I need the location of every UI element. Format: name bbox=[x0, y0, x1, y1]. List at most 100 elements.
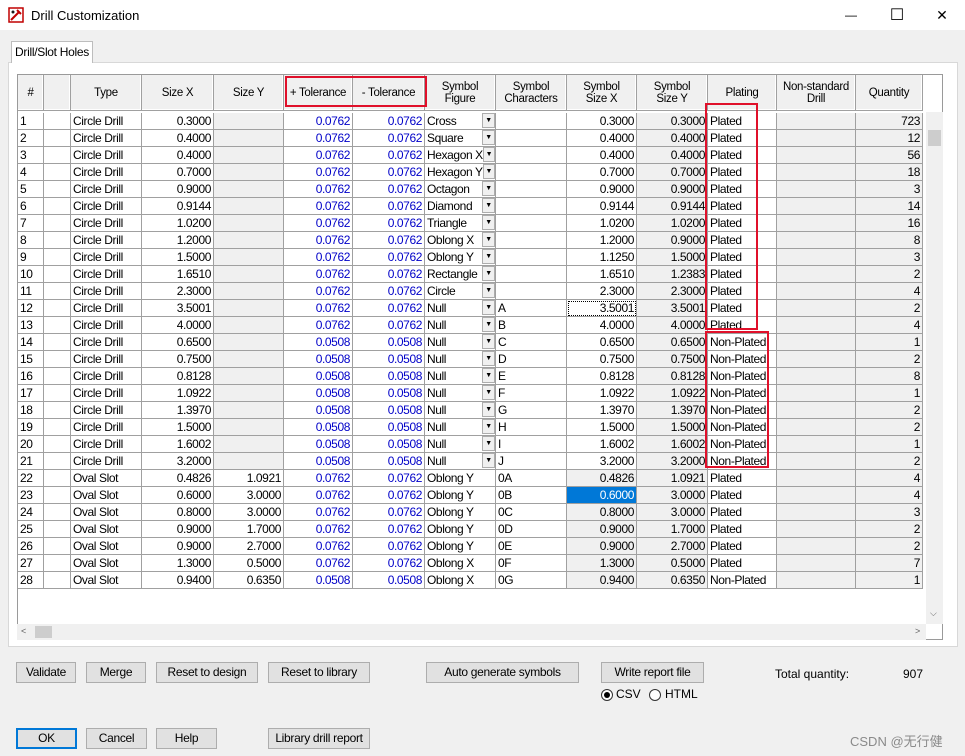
cell-nonstd[interactable] bbox=[777, 402, 856, 419]
cell-fig[interactable]: Null ▼ bbox=[425, 385, 496, 402]
cell-chars[interactable]: 0C bbox=[496, 504, 567, 521]
cell-ptol[interactable]: 0.0762 bbox=[284, 232, 353, 249]
cell-ssy[interactable]: 3.5001 bbox=[637, 300, 708, 317]
cell-sx[interactable]: 0.4826 bbox=[142, 470, 214, 487]
column-header-chars[interactable]: Symbol Characters bbox=[496, 75, 567, 111]
cell-blank[interactable] bbox=[44, 487, 71, 504]
cell-ptol[interactable]: 0.0762 bbox=[284, 487, 353, 504]
cell-nonstd[interactable] bbox=[777, 249, 856, 266]
cell-fig[interactable]: Null ▼ bbox=[425, 351, 496, 368]
cell-qty[interactable]: 1 bbox=[856, 572, 923, 589]
cell-qty[interactable]: 2 bbox=[856, 419, 923, 436]
table-row[interactable]: 27 Oval Slot 1.3000 0.5000 0.0762 0.0762 Oblon… bbox=[18, 555, 923, 572]
cell-type[interactable]: Oval Slot bbox=[71, 504, 142, 521]
cell-fig[interactable]: Oblong Y bbox=[425, 538, 496, 555]
cell-nonstd[interactable] bbox=[777, 538, 856, 555]
cell-ssy[interactable]: 3.2000 bbox=[637, 453, 708, 470]
cell-sy[interactable] bbox=[214, 368, 284, 385]
cell-nonstd[interactable] bbox=[777, 351, 856, 368]
cell-sy[interactable] bbox=[214, 147, 284, 164]
cell-nonstd[interactable] bbox=[777, 266, 856, 283]
cell-chars[interactable] bbox=[496, 249, 567, 266]
cell-blank[interactable] bbox=[44, 300, 71, 317]
cell-mtol[interactable]: 0.0762 bbox=[353, 283, 425, 300]
cell-ptol[interactable]: 0.0762 bbox=[284, 215, 353, 232]
cell-fig[interactable]: Oblong Y bbox=[425, 521, 496, 538]
cell-ptol[interactable]: 0.0762 bbox=[284, 521, 353, 538]
cell-mtol[interactable]: 0.0508 bbox=[353, 453, 425, 470]
cell-chars[interactable]: G bbox=[496, 402, 567, 419]
cell-nonstd[interactable] bbox=[777, 147, 856, 164]
cell-type[interactable]: Circle Drill bbox=[71, 368, 142, 385]
cell-sy[interactable] bbox=[214, 402, 284, 419]
cell-ptol[interactable]: 0.0762 bbox=[284, 266, 353, 283]
cell-num[interactable]: 1 bbox=[18, 113, 44, 130]
cell-nonstd[interactable] bbox=[777, 385, 856, 402]
cell-sx[interactable]: 0.4000 bbox=[142, 147, 214, 164]
cell-nonstd[interactable] bbox=[777, 215, 856, 232]
cell-num[interactable]: 23 bbox=[18, 487, 44, 504]
cell-nonstd[interactable] bbox=[777, 181, 856, 198]
table-row[interactable]: 28 Oval Slot 0.9400 0.6350 0.0508 0.0508 Oblon… bbox=[18, 572, 923, 589]
horizontal-scroll-thumb[interactable] bbox=[35, 626, 52, 638]
cell-ssy[interactable]: 0.3000 bbox=[637, 113, 708, 130]
cell-mtol[interactable]: 0.0762 bbox=[353, 113, 425, 130]
cell-qty[interactable]: 2 bbox=[856, 351, 923, 368]
chevron-down-icon[interactable]: ▼ bbox=[482, 130, 495, 145]
cell-ssx[interactable]: 1.0922 bbox=[567, 385, 637, 402]
cell-fig[interactable]: Null ▼ bbox=[425, 317, 496, 334]
cell-nonstd[interactable] bbox=[777, 283, 856, 300]
cell-qty[interactable]: 3 bbox=[856, 181, 923, 198]
table-row[interactable]: 10 Circle Drill 1.6510 0.0762 0.0762 Rectangl… bbox=[18, 266, 923, 283]
cell-ssx[interactable]: 0.9400 bbox=[567, 572, 637, 589]
cell-mtol[interactable]: 0.0508 bbox=[353, 402, 425, 419]
cell-mtol[interactable]: 0.0762 bbox=[353, 232, 425, 249]
cell-sy[interactable]: 1.0921 bbox=[214, 470, 284, 487]
table-row[interactable]: 18 Circle Drill 1.3970 0.0508 0.0508 Null ▼ G 1.… bbox=[18, 402, 923, 419]
cell-qty[interactable]: 8 bbox=[856, 232, 923, 249]
cell-fig[interactable]: Null ▼ bbox=[425, 334, 496, 351]
column-header-sy[interactable]: Size Y bbox=[214, 75, 284, 111]
cell-ssx[interactable]: 0.3000 bbox=[567, 113, 637, 130]
cell-ptol[interactable]: 0.0762 bbox=[284, 113, 353, 130]
cell-ssy[interactable]: 1.0922 bbox=[637, 385, 708, 402]
cell-chars[interactable]: J bbox=[496, 453, 567, 470]
cell-ssy[interactable]: 1.0200 bbox=[637, 215, 708, 232]
column-header-type[interactable]: Type bbox=[71, 75, 142, 111]
chevron-down-icon[interactable]: ▼ bbox=[482, 266, 495, 281]
cell-plating[interactable]: Plated bbox=[708, 521, 777, 538]
cell-fig[interactable]: Oblong Y bbox=[425, 504, 496, 521]
cell-plating[interactable]: Non-Plated bbox=[708, 572, 777, 589]
cell-blank[interactable] bbox=[44, 317, 71, 334]
cell-ssy[interactable]: 0.9144 bbox=[637, 198, 708, 215]
cell-sy[interactable] bbox=[214, 198, 284, 215]
scroll-left-icon[interactable]: < bbox=[21, 626, 26, 636]
cell-nonstd[interactable] bbox=[777, 419, 856, 436]
cell-sx[interactable]: 0.7500 bbox=[142, 351, 214, 368]
chevron-down-icon[interactable]: ▼ bbox=[482, 351, 495, 366]
cell-mtol[interactable]: 0.0508 bbox=[353, 368, 425, 385]
cell-sy[interactable] bbox=[214, 317, 284, 334]
cell-qty[interactable]: 4 bbox=[856, 487, 923, 504]
cell-ssy[interactable]: 0.6350 bbox=[637, 572, 708, 589]
cell-sx[interactable]: 0.9000 bbox=[142, 521, 214, 538]
cell-nonstd[interactable] bbox=[777, 334, 856, 351]
table-row[interactable]: 15 Circle Drill 0.7500 0.0508 0.0508 Null ▼ D 0.… bbox=[18, 351, 923, 368]
cell-qty[interactable]: 4 bbox=[856, 317, 923, 334]
cell-fig[interactable]: Octagon ▼ bbox=[425, 181, 496, 198]
table-row[interactable]: 1 Circle Drill 0.3000 0.0762 0.0762 Cross ▼ 0.3… bbox=[18, 113, 923, 130]
chevron-down-icon[interactable]: ▼ bbox=[482, 232, 495, 247]
cell-sx[interactable]: 1.6002 bbox=[142, 436, 214, 453]
cell-num[interactable]: 21 bbox=[18, 453, 44, 470]
cell-num[interactable]: 27 bbox=[18, 555, 44, 572]
cell-nonstd[interactable] bbox=[777, 130, 856, 147]
cell-ptol[interactable]: 0.0508 bbox=[284, 572, 353, 589]
cell-chars[interactable]: 0A bbox=[496, 470, 567, 487]
cell-blank[interactable] bbox=[44, 215, 71, 232]
cell-chars[interactable] bbox=[496, 198, 567, 215]
cell-sy[interactable]: 3.0000 bbox=[214, 504, 284, 521]
cell-type[interactable]: Circle Drill bbox=[71, 334, 142, 351]
cell-type[interactable]: Circle Drill bbox=[71, 215, 142, 232]
cell-sx[interactable]: 0.6000 bbox=[142, 487, 214, 504]
csv-radio[interactable] bbox=[601, 689, 613, 701]
